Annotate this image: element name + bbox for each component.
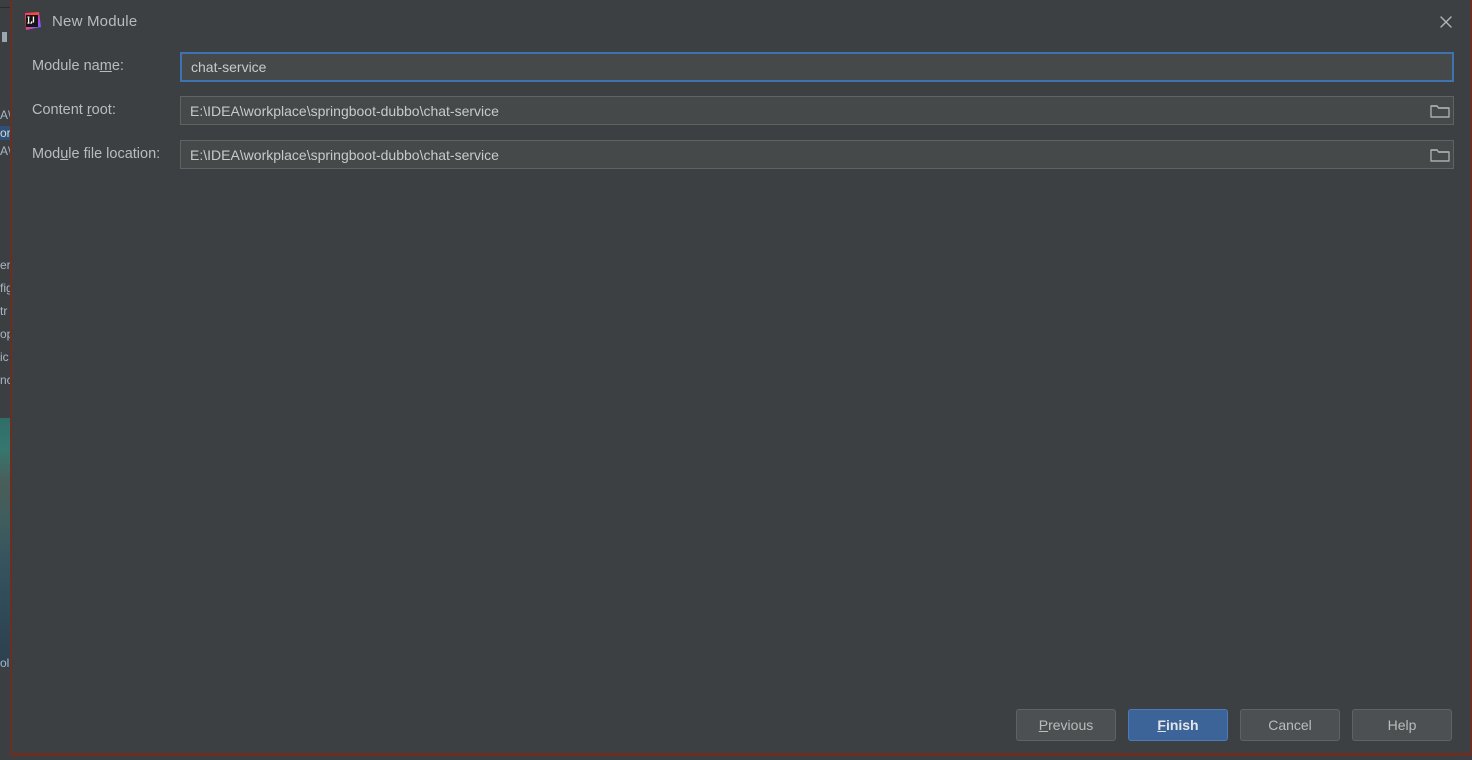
content-root-label: Content root: xyxy=(32,102,116,118)
module-name-input-wrapper xyxy=(180,52,1454,82)
module-file-location-input-wrapper xyxy=(180,140,1454,169)
form-row-module-name: Module name: xyxy=(12,46,1470,90)
folder-browse-icon[interactable] xyxy=(1430,146,1450,163)
cancel-button[interactable]: Cancel xyxy=(1240,709,1340,741)
previous-button[interactable]: Previous xyxy=(1016,709,1116,741)
module-name-label: Module name: xyxy=(32,58,124,74)
form-row-content-root: Content root: xyxy=(12,90,1470,134)
project-node-icon xyxy=(2,32,7,42)
module-settings-form: Module name: Content root: Module file lo… xyxy=(12,46,1470,178)
content-root-input-wrapper xyxy=(180,96,1454,125)
new-module-dialog: New Module Module name: Content root: Mod… xyxy=(10,0,1472,756)
help-button[interactable]: Help xyxy=(1352,709,1452,741)
module-file-location-label: Module file location: xyxy=(32,146,161,162)
folder-browse-icon[interactable] xyxy=(1430,102,1450,119)
module-name-input[interactable] xyxy=(180,52,1454,82)
form-row-module-file-location: Module file location: xyxy=(12,134,1470,178)
dialog-title: New Module xyxy=(52,13,138,30)
finish-button[interactable]: Finish xyxy=(1128,709,1228,741)
intellij-idea-logo-icon xyxy=(22,11,42,31)
close-icon[interactable] xyxy=(1434,10,1458,34)
dialog-button-bar: Previous Finish Cancel Help xyxy=(12,709,1470,741)
module-file-location-input[interactable] xyxy=(180,140,1454,169)
dialog-title-bar[interactable]: New Module xyxy=(12,0,1470,46)
content-root-input[interactable] xyxy=(180,96,1454,125)
